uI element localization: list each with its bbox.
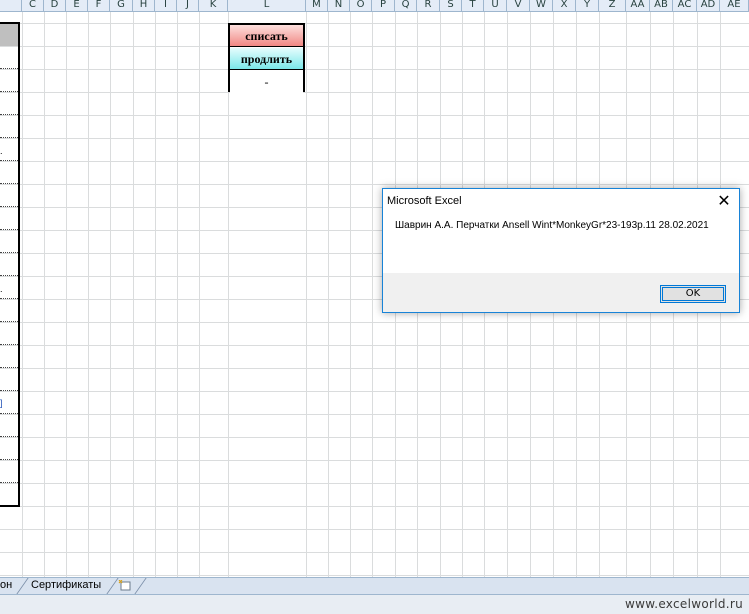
grid-line: [133, 12, 134, 577]
left-table-header: [0, 24, 18, 46]
column-header-cell[interactable]: F: [88, 0, 110, 11]
grid-line: [88, 12, 89, 577]
close-icon[interactable]: ✕: [709, 189, 739, 213]
left-table-mark: .: [0, 284, 3, 294]
left-table-dotted-line: [0, 206, 18, 207]
tab-separator: [134, 578, 147, 594]
column-header-cell[interactable]: S: [440, 0, 462, 11]
left-table-dotted-line: [0, 413, 18, 414]
column-header-cell[interactable]: Y: [576, 0, 599, 11]
left-table-mark: ]: [0, 398, 3, 408]
column-header-cell[interactable]: Q: [395, 0, 417, 11]
column-header-cell[interactable]: M: [306, 0, 328, 11]
column-header-cell[interactable]: P: [372, 0, 395, 11]
column-header-cell[interactable]: K: [199, 0, 228, 11]
grid-line: [177, 12, 178, 577]
column-header-cell[interactable]: U: [484, 0, 507, 11]
left-table-dotted-line: [0, 137, 18, 138]
left-table-mark: .: [0, 146, 3, 156]
column-header-cell[interactable]: C: [22, 0, 44, 11]
message-dialog: Microsoft Excel ✕ Шаврин А.А. Перчатки A…: [382, 188, 740, 313]
dialog-title-bar[interactable]: Microsoft Excel ✕: [383, 189, 739, 213]
none-option-cell[interactable]: -: [230, 71, 303, 93]
column-header: C D E F G H I J K L M N O P Q R S T U V …: [0, 0, 749, 12]
left-table-dotted-line: [0, 436, 18, 437]
grid-line: [66, 12, 67, 577]
left-table-edge: . . ]: [0, 22, 20, 507]
grid-line: [350, 12, 351, 577]
sheet-tab-certificates[interactable]: Сертификаты: [25, 578, 107, 593]
column-header-cell[interactable]: AD: [697, 0, 720, 11]
left-table-dotted-line: [0, 482, 18, 483]
grid-line: [328, 12, 329, 577]
status-bar: www.excelworld.ru: [0, 594, 749, 614]
column-header-cell[interactable]: I: [155, 0, 177, 11]
insert-sheet-icon[interactable]: [118, 579, 132, 591]
column-header-cell[interactable]: AE: [720, 0, 749, 11]
grid-line: [372, 12, 373, 577]
column-header-cell[interactable]: W: [530, 0, 553, 11]
column-header-cell[interactable]: X: [553, 0, 576, 11]
extend-button[interactable]: продлить: [230, 48, 303, 70]
status-button-group: списать продлить -: [228, 23, 305, 93]
column-header-cell[interactable]: T: [462, 0, 484, 11]
grid-line: [228, 12, 229, 577]
dialog-message: Шаврин А.А. Перчатки Ansell Wint*MonkeyG…: [395, 220, 709, 231]
ok-button[interactable]: OK: [660, 285, 726, 303]
left-table-dotted-line: [0, 252, 18, 253]
site-watermark: www.excelworld.ru: [624, 597, 743, 611]
left-table-dotted-line: [0, 229, 18, 230]
column-header-cell[interactable]: AB: [650, 0, 673, 11]
column-header-cell[interactable]: N: [328, 0, 350, 11]
column-header-cell[interactable]: D: [44, 0, 66, 11]
column-header-cell[interactable]: L: [228, 0, 306, 11]
left-table-dotted-line: [0, 91, 18, 92]
column-header-cell[interactable]: J: [177, 0, 199, 11]
left-table-dotted-line: [0, 114, 18, 115]
sheet-tabs-bar: он Сертификаты: [0, 577, 749, 594]
column-header-cell[interactable]: H: [133, 0, 155, 11]
left-table-dotted-line: [0, 183, 18, 184]
left-table-dotted-line: [0, 298, 18, 299]
column-header-cell[interactable]: Z: [599, 0, 626, 11]
grid-line: [110, 12, 111, 577]
tab-separator: [106, 578, 119, 594]
left-table-dotted-line: [0, 275, 18, 276]
left-table-dotted-line: [0, 367, 18, 368]
column-header-cell[interactable]: E: [66, 0, 88, 11]
column-header-cell[interactable]: R: [417, 0, 440, 11]
grid-line: [306, 12, 307, 577]
sheet-tab-partial[interactable]: он: [0, 578, 18, 593]
left-table-dotted-line: [0, 160, 18, 161]
grid-line: [22, 12, 23, 577]
left-table-dotted-line: [0, 459, 18, 460]
left-table-dotted-line: [0, 390, 18, 391]
grid-line: [199, 12, 200, 577]
column-header-cell[interactable]: AC: [673, 0, 697, 11]
grid-line: [44, 12, 45, 577]
write-off-button[interactable]: списать: [230, 25, 303, 47]
left-table-dotted-line: [0, 344, 18, 345]
column-header-cell[interactable]: G: [110, 0, 133, 11]
column-header-cell[interactable]: [0, 0, 22, 11]
column-header-cell[interactable]: O: [350, 0, 372, 11]
left-table-dotted-line: [0, 321, 18, 322]
column-header-cell[interactable]: V: [507, 0, 530, 11]
column-header-cell[interactable]: AA: [626, 0, 650, 11]
grid-line: [155, 12, 156, 577]
left-table-dotted-line: [0, 68, 18, 69]
dialog-title: Microsoft Excel: [387, 195, 462, 207]
